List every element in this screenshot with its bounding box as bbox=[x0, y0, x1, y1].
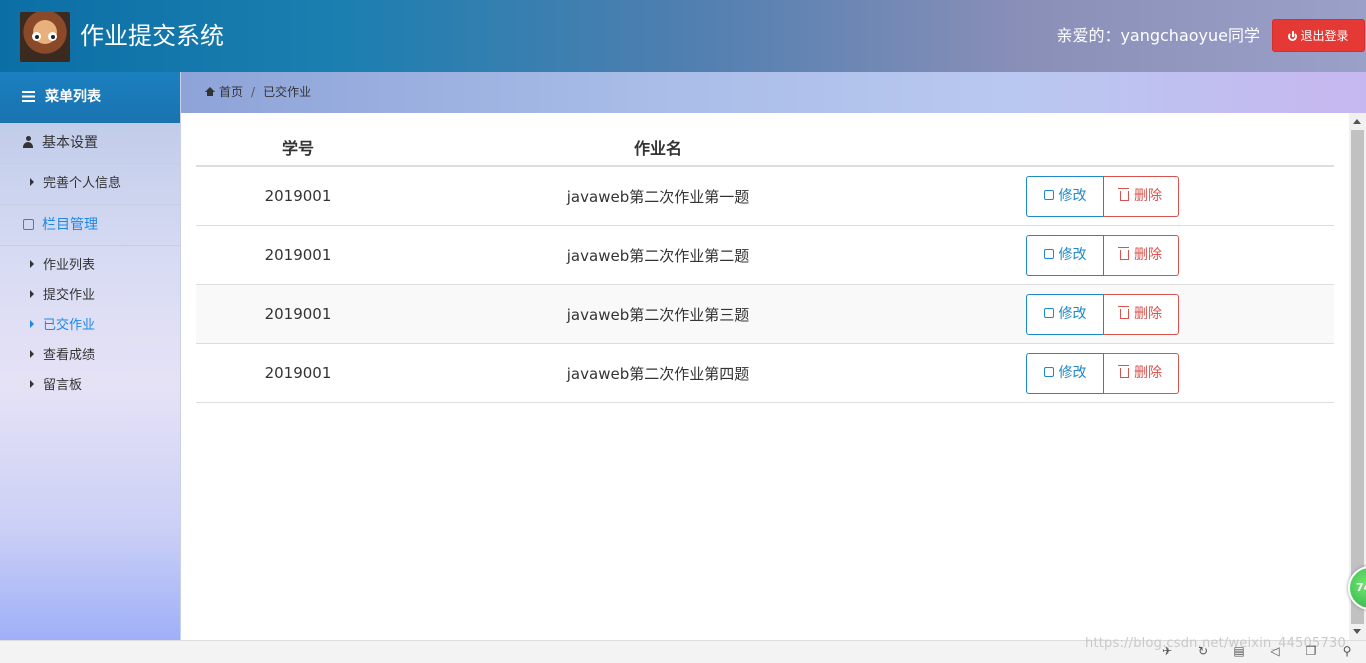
breadcrumb: 首页 / 已交作业 bbox=[181, 72, 1366, 113]
edit-icon bbox=[1043, 189, 1054, 200]
toolbar-icons: ✈ ↻ ▤ ◁ ❐ ⚲ bbox=[1160, 644, 1354, 658]
caret-right-icon bbox=[30, 260, 34, 268]
trash-icon bbox=[1118, 305, 1129, 319]
scroll-up-icon[interactable] bbox=[1353, 119, 1361, 124]
column-header-actions bbox=[916, 129, 1334, 167]
home-icon bbox=[205, 87, 215, 96]
cell-homework-name: javaweb第二次作业第三题 bbox=[400, 284, 916, 344]
caret-right-icon bbox=[30, 290, 34, 298]
edit-button[interactable]: 修改 bbox=[1026, 175, 1104, 217]
table-row: 2019001 javaweb第二次作业第二题 修改 删除 bbox=[196, 225, 1334, 285]
cell-student-id: 2019001 bbox=[196, 284, 400, 344]
breadcrumb-home[interactable]: 首页 bbox=[219, 85, 243, 99]
cell-student-id: 2019001 bbox=[196, 343, 400, 403]
sidebar: 菜单列表 基本设置 完善个人信息 栏目管理 作业列表 提交作业 已交作业 查看成… bbox=[0, 72, 181, 640]
list-icon bbox=[22, 91, 35, 102]
column-header-homework-name: 作业名 bbox=[400, 129, 916, 167]
sidebar-item-profile[interactable]: 完善个人信息 bbox=[0, 169, 180, 199]
refresh-icon[interactable]: ↻ bbox=[1196, 644, 1210, 658]
trash-icon bbox=[1118, 187, 1129, 201]
edit-icon bbox=[22, 219, 34, 230]
sidebar-header: 菜单列表 bbox=[0, 72, 180, 123]
main-content: 学号 作业名 2019001 javaweb第二次作业第一题 修改 删除 201… bbox=[181, 113, 1349, 640]
volume-icon[interactable]: ◁ bbox=[1268, 644, 1282, 658]
edit-button[interactable]: 修改 bbox=[1026, 293, 1104, 335]
logout-button[interactable]: 退出登录 bbox=[1272, 19, 1365, 52]
cell-homework-name: javaweb第二次作业第一题 bbox=[400, 166, 916, 226]
user-greeting: 亲爱的：yangchaoyue同学 bbox=[1056, 26, 1260, 45]
scroll-down-icon[interactable] bbox=[1353, 629, 1361, 634]
pin-icon[interactable]: ✈ bbox=[1160, 644, 1174, 658]
cell-student-id: 2019001 bbox=[196, 225, 400, 285]
zoom-icon[interactable]: ⚲ bbox=[1340, 644, 1354, 658]
caret-right-icon bbox=[30, 380, 34, 388]
table-row: 2019001 javaweb第二次作业第一题 修改 删除 bbox=[196, 166, 1334, 226]
caret-right-icon bbox=[30, 350, 34, 358]
window-icon[interactable]: ❐ bbox=[1304, 644, 1318, 658]
edit-icon bbox=[1043, 248, 1054, 259]
trash-icon bbox=[1118, 364, 1129, 378]
caret-right-icon bbox=[30, 178, 34, 186]
user-icon bbox=[23, 136, 33, 148]
app-header: 作业提交系统 亲爱的：yangchaoyue同学 退出登录 bbox=[0, 0, 1366, 72]
table-row: 2019001 javaweb第二次作业第三题 修改 删除 bbox=[196, 284, 1334, 344]
homework-table: 学号 作业名 2019001 javaweb第二次作业第一题 修改 删除 201… bbox=[196, 129, 1334, 403]
edit-button[interactable]: 修改 bbox=[1026, 352, 1104, 394]
sidebar-item-homework-list[interactable]: 作业列表 bbox=[0, 251, 180, 281]
table-row: 2019001 javaweb第二次作业第四题 修改 删除 bbox=[196, 343, 1334, 403]
delete-button[interactable]: 删除 bbox=[1104, 352, 1179, 394]
trash-icon bbox=[1118, 246, 1129, 260]
sidebar-item-message-board[interactable]: 留言板 bbox=[0, 371, 180, 401]
vertical-scrollbar[interactable] bbox=[1349, 113, 1366, 640]
sidebar-item-submitted-homework[interactable]: 已交作业 bbox=[0, 311, 180, 341]
delete-button[interactable]: 删除 bbox=[1104, 175, 1179, 217]
cell-student-id: 2019001 bbox=[196, 166, 400, 226]
edit-icon bbox=[1043, 307, 1054, 318]
caret-right-icon bbox=[30, 320, 34, 328]
trash-icon[interactable]: ▤ bbox=[1232, 644, 1246, 658]
cell-homework-name: javaweb第二次作业第四题 bbox=[400, 343, 916, 403]
app-title: 作业提交系统 bbox=[80, 22, 224, 50]
sidebar-group-basic-settings[interactable]: 基本设置 bbox=[0, 123, 180, 164]
power-icon bbox=[1288, 31, 1298, 41]
breadcrumb-current: 已交作业 bbox=[263, 85, 312, 99]
sidebar-item-submit-homework[interactable]: 提交作业 bbox=[0, 281, 180, 311]
delete-button[interactable]: 删除 bbox=[1104, 234, 1179, 276]
avatar bbox=[20, 12, 70, 62]
column-header-student-id: 学号 bbox=[196, 129, 400, 167]
edit-button[interactable]: 修改 bbox=[1026, 234, 1104, 276]
edit-icon bbox=[1043, 366, 1054, 377]
sidebar-group-column-management[interactable]: 栏目管理 bbox=[0, 205, 180, 246]
cell-homework-name: javaweb第二次作业第二题 bbox=[400, 225, 916, 285]
logout-label: 退出登录 bbox=[1300, 29, 1349, 43]
sidebar-item-view-grades[interactable]: 查看成绩 bbox=[0, 341, 180, 371]
scrollbar-thumb[interactable] bbox=[1351, 130, 1364, 624]
delete-button[interactable]: 删除 bbox=[1104, 293, 1179, 335]
